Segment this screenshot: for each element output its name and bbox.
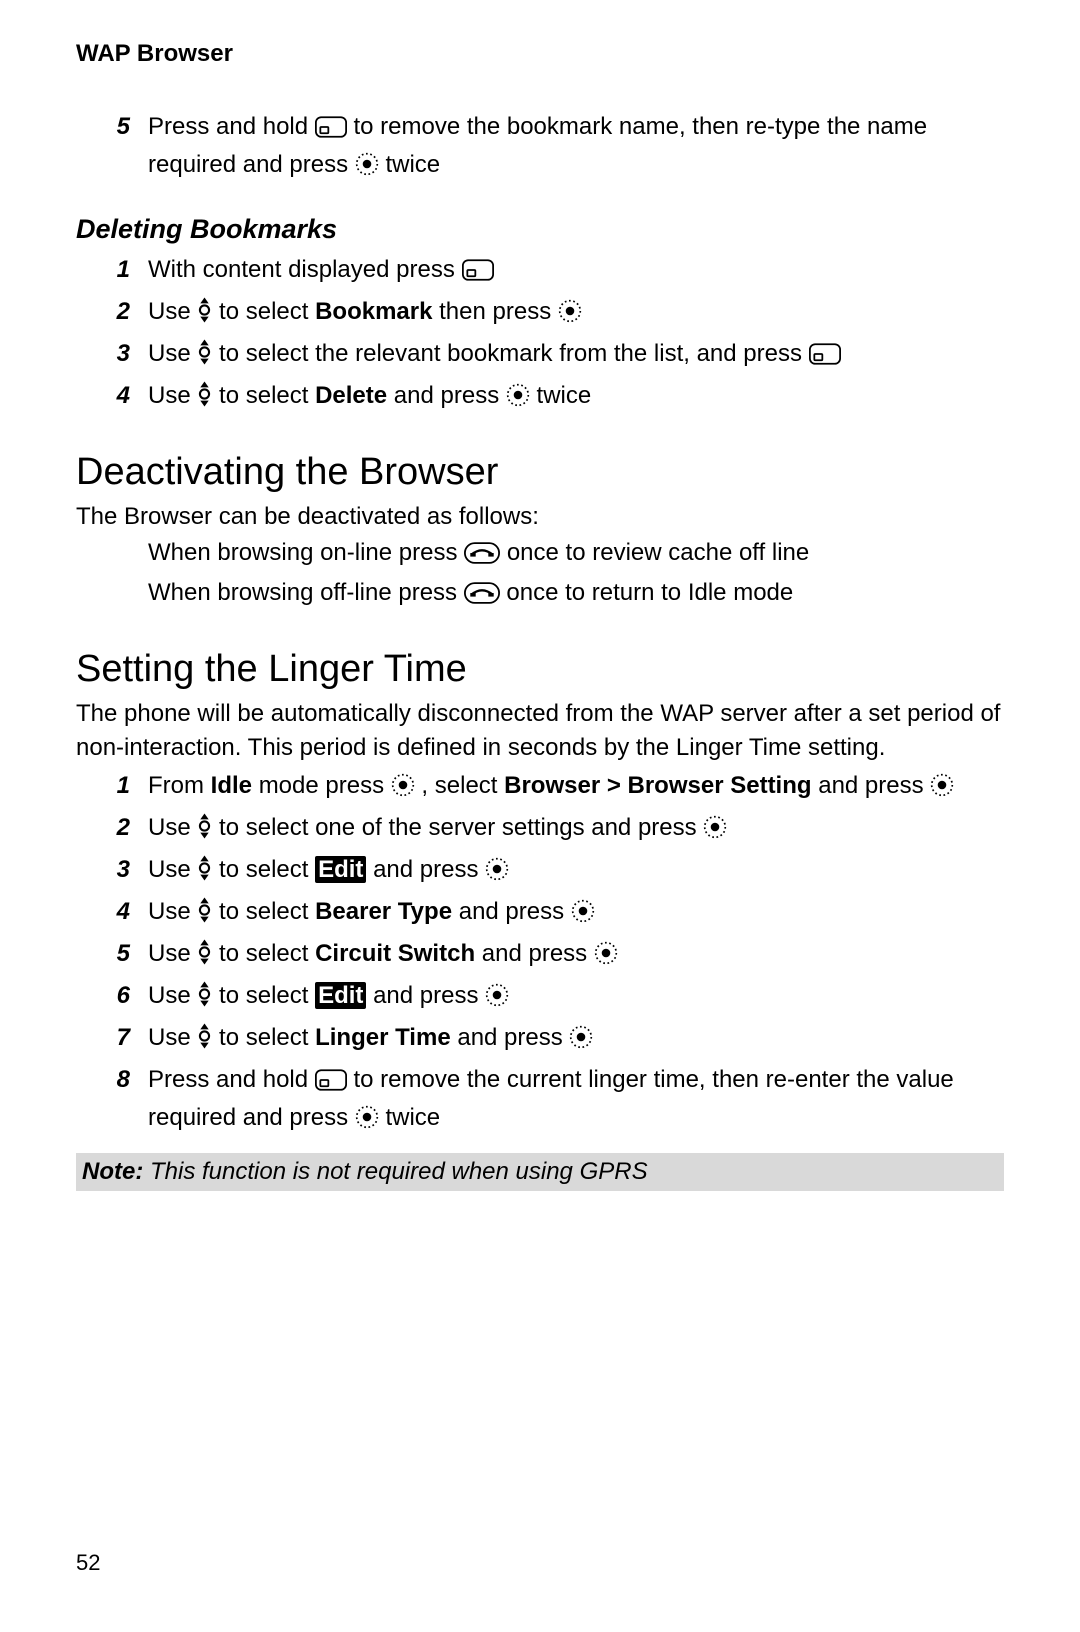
select-key-icon — [506, 383, 530, 417]
list-item: 5 Press and hold to remove the bookmark … — [76, 110, 1004, 186]
step-number: 6 — [76, 979, 148, 1013]
end-key-icon — [464, 540, 500, 574]
step-body: With content displayed press — [148, 253, 1004, 291]
select-key-icon — [485, 857, 509, 891]
nav-key-icon — [197, 381, 212, 417]
step-number: 2 — [76, 295, 148, 329]
paragraph: The phone will be automatically disconne… — [76, 697, 1004, 765]
subheading-deleting-bookmarks: Deleting Bookmarks — [76, 214, 1004, 245]
step-body: Press and hold to remove the current lin… — [148, 1063, 1004, 1139]
step-number: 2 — [76, 811, 148, 845]
list-item: 8 Press and hold to remove the current l… — [76, 1063, 1004, 1139]
step-number: 8 — [76, 1063, 148, 1097]
list-item: 6 Use to select Edit and press — [76, 979, 1004, 1017]
list-item: 3 Use to select Edit and press — [76, 853, 1004, 891]
step-number: 7 — [76, 1021, 148, 1055]
step-number: 3 — [76, 853, 148, 887]
step-body: From Idle mode press , select Browser > … — [148, 769, 1004, 807]
step-body: Use to select Bookmark then press — [148, 295, 1004, 333]
step-number: 5 — [76, 937, 148, 971]
edit-chip: Edit — [315, 982, 366, 1009]
select-key-icon — [355, 152, 379, 186]
heading-linger-time: Setting the Linger Time — [76, 648, 1004, 691]
step-number: 1 — [76, 253, 148, 287]
step-list-deleting: 1 With content displayed press 2 Use to … — [76, 253, 1004, 417]
list-item: 3 Use to select the relevant bookmark fr… — [76, 337, 1004, 375]
manual-page: WAP Browser 5 Press and hold to remove t… — [0, 0, 1080, 1632]
nav-key-icon — [197, 855, 212, 891]
select-key-icon — [355, 1105, 379, 1139]
nav-key-icon — [197, 339, 212, 375]
step-body: Press and hold to remove the bookmark na… — [148, 110, 1004, 186]
list-item: 1 From Idle mode press , select Browser … — [76, 769, 1004, 807]
select-key-icon — [485, 983, 509, 1017]
menu-key-icon — [315, 1067, 347, 1101]
step-number: 5 — [76, 110, 148, 144]
select-key-icon — [594, 941, 618, 975]
select-key-icon — [569, 1025, 593, 1059]
nav-key-icon — [197, 813, 212, 849]
step-number: 4 — [76, 379, 148, 413]
edit-chip: Edit — [315, 856, 366, 883]
select-key-icon — [571, 899, 595, 933]
step-body: Use to select Linger Time and press — [148, 1021, 1004, 1059]
step-body: Use to select Edit and press — [148, 853, 1004, 891]
end-key-icon — [464, 580, 500, 614]
step-body: Use to select the relevant bookmark from… — [148, 337, 1004, 375]
step-number: 4 — [76, 895, 148, 929]
list-item: 5 Use to select Circuit Switch and press — [76, 937, 1004, 975]
menu-key-icon — [462, 257, 494, 291]
note-text: This function is not required when using… — [143, 1158, 647, 1185]
list-item: 4 Use to select Bearer Type and press — [76, 895, 1004, 933]
step-body: Use to select Bearer Type and press — [148, 895, 1004, 933]
step-body: Use to select Delete and press twice — [148, 379, 1004, 417]
menu-key-icon — [809, 341, 841, 375]
step-list-linger: 1 From Idle mode press , select Browser … — [76, 769, 1004, 1139]
step-list-top: 5 Press and hold to remove the bookmark … — [76, 110, 1004, 186]
step-number: 3 — [76, 337, 148, 371]
menu-key-icon — [315, 114, 347, 148]
note-label: Note: — [82, 1158, 143, 1185]
paragraph: When browsing off-line press once to ret… — [148, 576, 1004, 614]
list-item: 2 Use to select Bookmark then press — [76, 295, 1004, 333]
list-item: 1 With content displayed press — [76, 253, 1004, 291]
list-item: 2 Use to select one of the server settin… — [76, 811, 1004, 849]
step-body: Use to select one of the server settings… — [148, 811, 1004, 849]
step-number: 1 — [76, 769, 148, 803]
select-key-icon — [930, 773, 954, 807]
select-key-icon — [703, 815, 727, 849]
page-number: 52 — [76, 1550, 100, 1576]
select-key-icon — [558, 299, 582, 333]
paragraph: The Browser can be deactivated as follow… — [76, 500, 1004, 534]
nav-key-icon — [197, 897, 212, 933]
nav-key-icon — [197, 939, 212, 975]
nav-key-icon — [197, 297, 212, 333]
heading-deactivating: Deactivating the Browser — [76, 451, 1004, 494]
step-body: Use to select Circuit Switch and press — [148, 937, 1004, 975]
select-key-icon — [391, 773, 415, 807]
list-item: 7 Use to select Linger Time and press — [76, 1021, 1004, 1059]
step-body: Use to select Edit and press — [148, 979, 1004, 1017]
page-header: WAP Browser — [76, 40, 1004, 68]
nav-key-icon — [197, 1023, 212, 1059]
nav-key-icon — [197, 981, 212, 1017]
list-item: 4 Use to select Delete and press twice — [76, 379, 1004, 417]
note-box: Note: This function is not required when… — [76, 1153, 1004, 1191]
paragraph: When browsing on-line press once to revi… — [148, 536, 1004, 574]
